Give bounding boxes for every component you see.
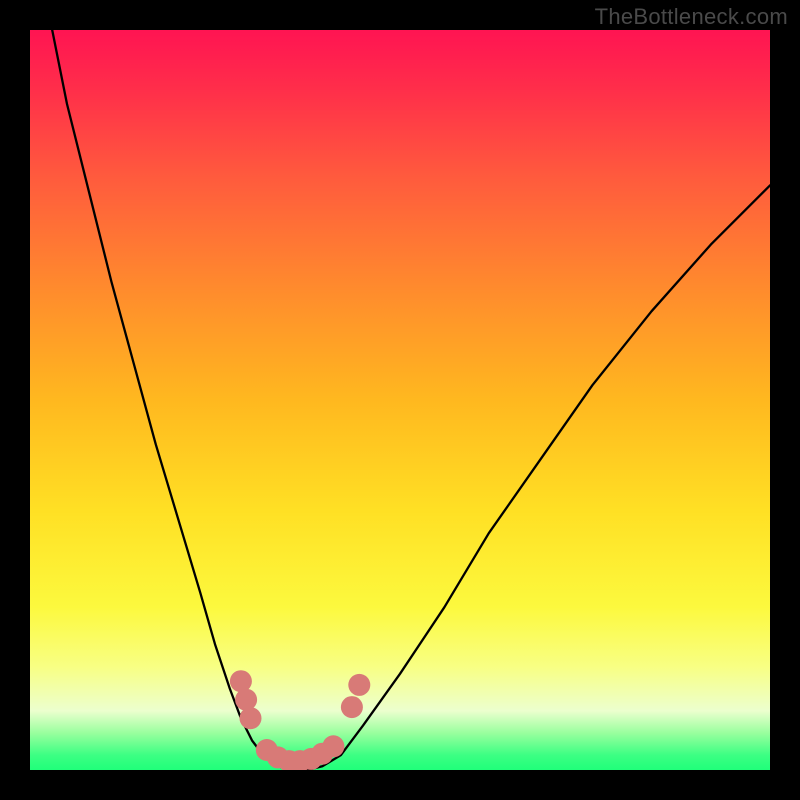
watermark-text: TheBottleneck.com xyxy=(595,4,788,30)
highlight-dot xyxy=(240,707,262,729)
highlight-dot xyxy=(230,670,252,692)
plot-area xyxy=(30,30,770,770)
highlight-dot xyxy=(341,696,363,718)
highlight-dot xyxy=(348,674,370,696)
chart-frame: TheBottleneck.com xyxy=(0,0,800,800)
curve-layer xyxy=(30,30,770,770)
highlight-dot xyxy=(322,735,344,757)
bottleneck-curve xyxy=(52,30,770,770)
highlight-dot xyxy=(235,689,257,711)
